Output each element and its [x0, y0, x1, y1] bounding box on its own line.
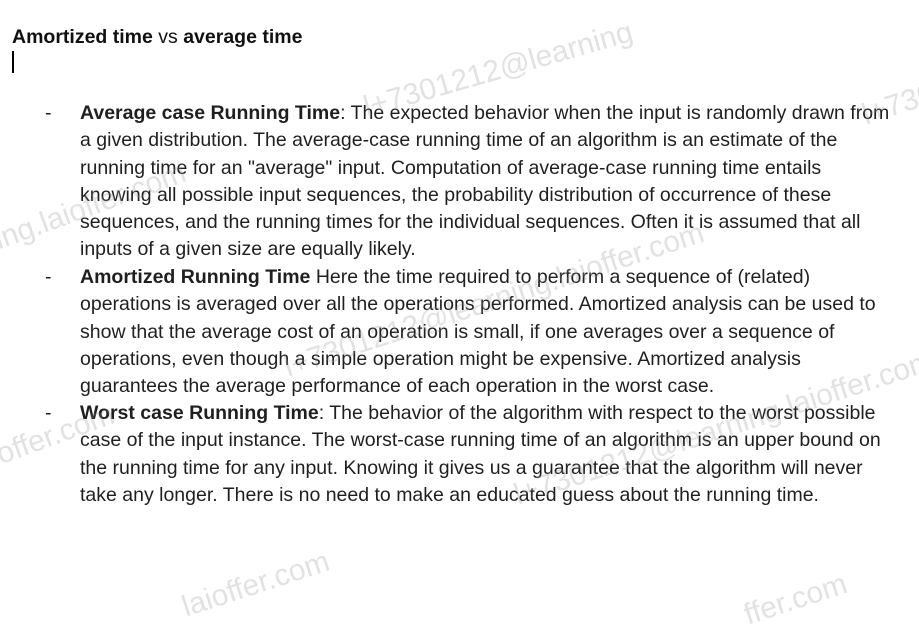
- term-heading: Average case Running Time: [80, 102, 341, 124]
- text-cursor: [12, 51, 14, 73]
- list-bullet: -: [45, 266, 52, 288]
- title-term-amortized: Amortized time: [12, 26, 153, 48]
- title-vs: vs: [152, 26, 184, 48]
- term-heading: Worst case Running Time: [80, 402, 319, 424]
- list-bullet: -: [45, 102, 52, 124]
- document-title: Amortized time vs average time: [12, 26, 302, 48]
- list-item-text: Worst case Running Time: The behavior of…: [80, 400, 895, 509]
- title-term-average: average time: [183, 26, 303, 48]
- document-page[interactable]: Amortized time vs average time - Average…: [0, 0, 919, 597]
- list-item-text: Amortized Running Time Here the time req…: [80, 264, 895, 400]
- list-item-text: Average case Running Time: The expected …: [80, 100, 895, 264]
- term-description: : The expected behavior when the input i…: [80, 102, 890, 261]
- list-bullet: -: [45, 402, 52, 424]
- term-heading: Amortized Running Time: [80, 266, 311, 288]
